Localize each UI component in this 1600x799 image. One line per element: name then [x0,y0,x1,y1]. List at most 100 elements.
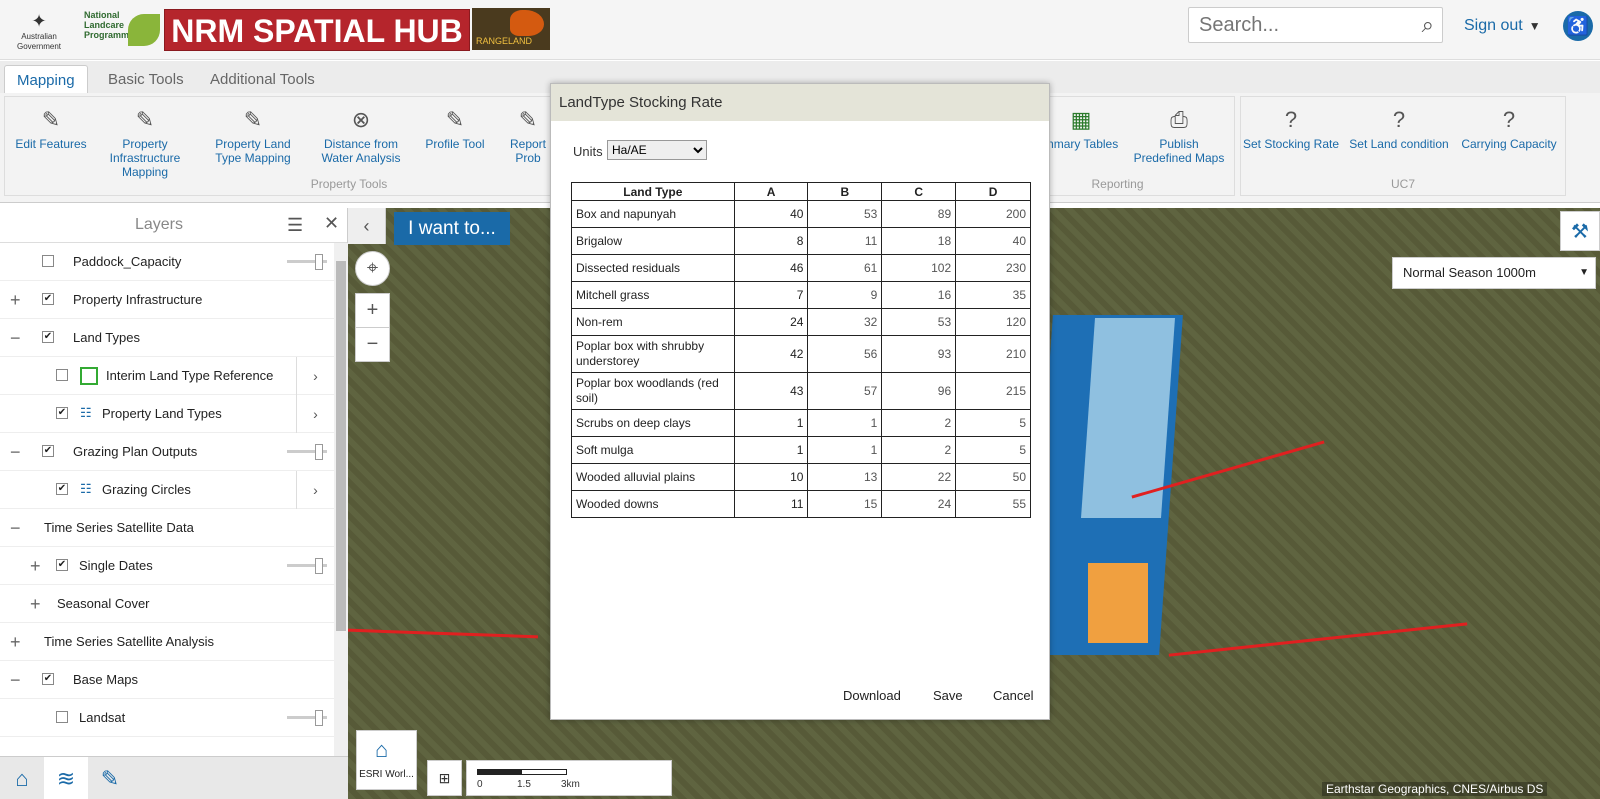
chevron-down-icon[interactable]: ▼ [1529,19,1541,33]
layer-item[interactable]: ✔ ☷ Grazing Circles › [0,471,334,509]
rate-cell[interactable]: 15 [807,490,883,518]
projection-icon[interactable]: ⊞ [427,760,462,796]
tab-basic-tools[interactable]: Basic Tools [96,65,196,93]
rate-cell[interactable]: 2 [881,436,957,464]
edit-icon[interactable]: ✎ [88,757,132,799]
search-input[interactable] [1189,8,1389,42]
layer-checkbox[interactable]: ✔ [56,559,68,571]
collapse-icon[interactable]: − [10,670,21,691]
collapse-icon[interactable]: − [10,518,21,539]
chevron-right-icon[interactable]: › [296,357,334,395]
layer-checkbox[interactable] [56,711,68,723]
rate-cell[interactable]: 13 [807,463,883,491]
rate-cell[interactable]: 24 [881,490,957,518]
rate-cell[interactable]: 53 [881,308,957,336]
rate-cell[interactable]: 40 [733,200,809,228]
units-select[interactable]: Ha/AE [607,140,707,160]
chevron-right-icon[interactable]: › [296,471,334,509]
rate-cell[interactable]: 10 [733,463,809,491]
rate-cell[interactable]: 2 [881,409,957,437]
rate-cell[interactable]: 53 [807,200,883,228]
layer-item[interactable]: Interim Land Type Reference › [0,357,334,395]
layer-checkbox[interactable]: ✔ [42,293,54,305]
collapse-icon[interactable]: − [10,328,21,349]
layer-item[interactable]: + ✔ Property Infrastructure [0,281,334,319]
rate-cell[interactable]: 5 [955,436,1031,464]
publish-maps-button[interactable]: ⎙ Publish Predefined Maps [1129,105,1229,165]
accessibility-icon[interactable]: ♿ [1563,11,1593,41]
tab-additional-tools[interactable]: Additional Tools [198,65,327,93]
tab-mapping[interactable]: Mapping [4,65,88,93]
rate-cell[interactable]: 32 [807,308,883,336]
locate-icon[interactable]: ⌖ [355,251,390,286]
rate-cell[interactable]: 22 [881,463,957,491]
layer-checkbox[interactable]: ✔ [42,445,54,457]
rate-cell[interactable]: 11 [807,227,883,255]
property-infrastructure-mapping-button[interactable]: ✎ Property Infrastructure Mapping [95,105,195,179]
rate-cell[interactable]: 35 [955,281,1031,309]
layer-item[interactable]: ✔ ☷ Property Land Types › [0,395,334,433]
rate-cell[interactable]: 200 [955,200,1031,228]
rate-cell[interactable]: 96 [881,372,957,410]
rate-cell[interactable]: 9 [807,281,883,309]
layer-checkbox[interactable] [56,369,68,381]
tools-icon[interactable]: ⚒ [1560,211,1600,251]
rate-cell[interactable]: 57 [807,372,883,410]
layer-checkbox[interactable]: ✔ [56,483,68,495]
edit-features-button[interactable]: ✎ Edit Features [1,105,101,151]
search-icon[interactable]: ⌕ [1422,12,1434,38]
basemap-switcher[interactable]: ⌂ ESRI Worl... [356,730,417,790]
rate-cell[interactable]: 7 [733,281,809,309]
distance-from-water-button[interactable]: ⊗ Distance from Water Analysis [311,105,411,165]
signout-label[interactable]: Sign out [1464,17,1523,34]
save-button[interactable]: Save [933,688,963,703]
rate-cell[interactable]: 18 [881,227,957,255]
rate-cell[interactable]: 16 [881,281,957,309]
rate-cell[interactable]: 215 [955,372,1031,410]
rate-cell[interactable]: 42 [733,335,809,373]
home-icon[interactable]: ⌂ [0,757,44,799]
zoom-in-button[interactable]: + [355,293,390,328]
opacity-slider[interactable] [287,444,327,460]
rate-cell[interactable]: 55 [955,490,1031,518]
layer-item[interactable]: + ✔ Single Dates [0,547,334,585]
menu-icon[interactable]: ☰ [287,215,303,236]
chevron-right-icon[interactable]: › [296,395,334,433]
layer-checkbox[interactable]: ✔ [56,407,68,419]
layer-item[interactable]: Landsat [0,699,334,737]
scrollbar-thumb[interactable] [336,261,346,631]
layer-checkbox[interactable] [42,255,54,267]
layer-item[interactable]: Paddock_Capacity [0,243,334,281]
season-select[interactable]: Normal Season 1000m ▼ [1392,257,1596,289]
layer-item[interactable]: − ✔ Land Types [0,319,334,357]
rate-cell[interactable]: 40 [955,227,1031,255]
expand-icon[interactable]: + [30,594,41,615]
rate-cell[interactable]: 50 [955,463,1031,491]
rate-cell[interactable]: 11 [733,490,809,518]
signout-menu[interactable]: Sign out ▼ [1464,17,1541,35]
rate-cell[interactable]: 1 [733,409,809,437]
rate-cell[interactable]: 56 [807,335,883,373]
rate-cell[interactable]: 8 [733,227,809,255]
rate-cell[interactable]: 1 [733,436,809,464]
layer-checkbox[interactable]: ✔ [42,673,54,685]
expand-icon[interactable]: + [10,290,21,311]
rate-cell[interactable]: 24 [733,308,809,336]
rate-cell[interactable]: 1 [807,409,883,437]
collapse-icon[interactable]: − [10,442,21,463]
layer-item[interactable]: − ✔ Base Maps [0,661,334,699]
property-land-type-mapping-button[interactable]: ✎ Property Land Type Mapping [203,105,303,165]
close-icon[interactable]: ✕ [324,213,339,234]
zoom-out-button[interactable]: − [355,327,390,362]
download-button[interactable]: Download [843,688,901,703]
i-want-to-button[interactable]: I want to... [394,212,510,245]
expand-icon[interactable]: + [30,556,41,577]
rate-cell[interactable]: 46 [733,254,809,282]
layer-item[interactable]: + Seasonal Cover [0,585,334,623]
carrying-capacity-button[interactable]: ? Carrying Capacity [1459,105,1559,151]
rate-cell[interactable]: 89 [881,200,957,228]
layers-scrollbar[interactable] [334,243,348,756]
cancel-button[interactable]: Cancel [993,688,1033,703]
opacity-slider[interactable] [287,710,327,726]
rate-cell[interactable]: 230 [955,254,1031,282]
